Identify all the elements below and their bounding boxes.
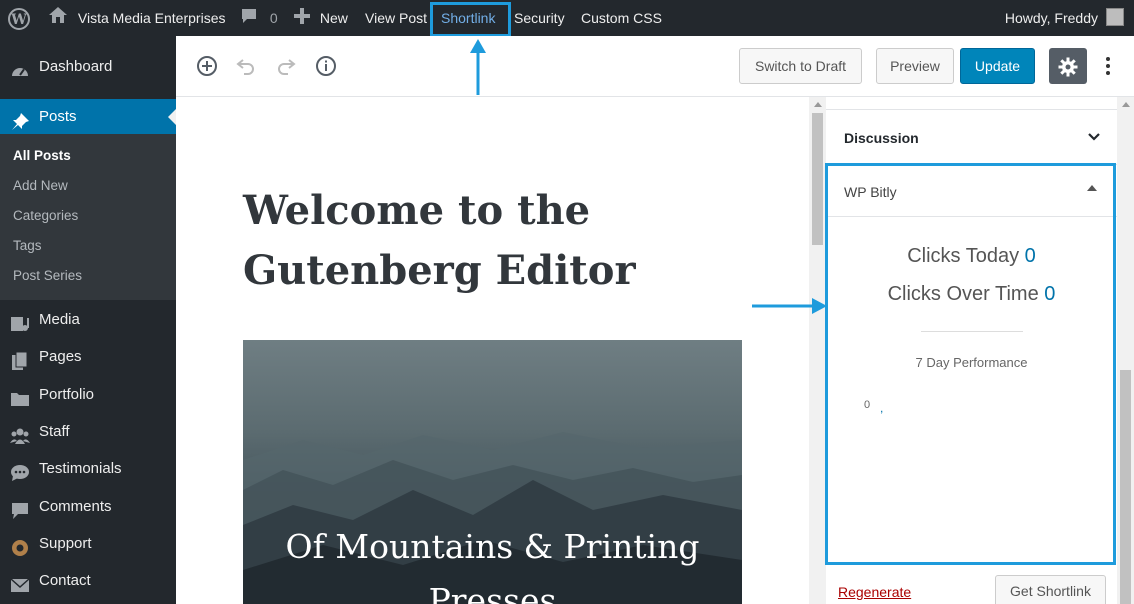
get-shortlink-button[interactable]: Get Shortlink [995,575,1106,604]
redo-icon[interactable] [274,54,298,78]
testimonials-icon [10,460,30,481]
sidebar-item-media[interactable]: Media [0,302,176,338]
sidebar-label: Dashboard [39,58,113,75]
pin-icon [10,108,30,130]
settings-scrollbar[interactable] [1117,97,1134,604]
undo-icon[interactable] [234,54,258,78]
admin-bar: W Vista Media Enterprises 0 New View Pos… [0,0,1134,36]
scroll-up-arrow-icon[interactable] [1122,102,1130,107]
sidebar-label: Testimonials [39,460,122,477]
media-icon [10,311,30,331]
howdy-user[interactable]: Howdy, Freddy [1005,0,1098,36]
new-content-link[interactable]: New [294,0,348,36]
preview-button[interactable]: Preview [876,48,954,84]
info-icon[interactable] [314,54,338,78]
switch-to-draft-button[interactable]: Switch to Draft [739,48,862,84]
avatar[interactable] [1106,8,1124,26]
sidebar-item-pages[interactable]: Pages [0,339,176,375]
sidebar-label: Portfolio [39,386,95,403]
site-name-link[interactable]: Vista Media Enterprises [48,0,225,36]
contact-icon [10,572,30,592]
comment-count: 0 [269,10,278,26]
posts-submenu: All Posts Add New Categories Tags Post S… [0,134,176,300]
wp-bitly-highlight-box [825,163,1116,565]
editor-header: Switch to Draft Preview Update [176,36,1134,97]
wordpress-logo-icon[interactable]: W [8,7,30,30]
submenu-categories[interactable]: Categories [13,208,78,223]
sidebar-label: Comments [39,498,112,515]
sidebar-label: Media [39,311,80,328]
cover-block[interactable]: Of Mountains & Printing Presses [243,340,742,604]
discussion-title: Discussion [844,130,919,146]
submenu-all-posts[interactable]: All Posts [13,148,71,163]
right-arrow-annotation-icon [752,298,827,314]
sidebar-label: Pages [39,348,82,365]
custom-css-link[interactable]: Custom CSS [581,0,662,36]
discussion-panel[interactable]: Discussion [826,109,1117,165]
sidebar-item-staff[interactable]: Staff [0,414,176,450]
svg-text:W: W [10,12,27,28]
sidebar-item-comments[interactable]: Comments [0,489,176,525]
gear-icon [1058,55,1078,89]
sidebar-item-portfolio[interactable]: Portfolio [0,377,176,413]
comments-link[interactable]: 0 [240,0,278,36]
up-arrow-annotation-icon [470,39,486,95]
sidebar-item-support[interactable]: Support [0,526,176,562]
submenu-tags[interactable]: Tags [13,238,42,253]
sidebar-label: Support [39,535,92,552]
comments-icon [10,498,30,519]
post-title[interactable]: Welcome to the Gutenberg Editor [243,181,703,301]
sidebar-label: Contact [39,572,91,589]
settings-gear-button[interactable] [1049,48,1087,84]
staff-icon [10,423,30,444]
chevron-down-icon[interactable] [1087,130,1101,144]
shortlink-footer: Regenerate Get Shortlink [826,563,1117,604]
scrollbar-thumb[interactable] [812,113,823,245]
site-name: Vista Media Enterprises [77,10,226,26]
editor-canvas: Welcome to the Gutenberg Editor Of Mount… [176,97,809,604]
scrollbar-thumb[interactable] [1120,370,1131,604]
regenerate-link[interactable]: Regenerate [838,584,911,600]
support-icon [10,535,30,556]
portfolio-icon [10,386,30,406]
view-post-link[interactable]: View Post [365,0,427,36]
shortlink-highlight-box [430,2,511,37]
sidebar-item-posts[interactable]: Posts [0,99,176,135]
scroll-up-arrow-icon[interactable] [814,102,822,107]
sidebar-label: Posts [39,108,77,125]
submenu-post-series[interactable]: Post Series [13,268,82,283]
security-link[interactable]: Security [514,0,565,36]
more-options-icon[interactable] [1101,48,1115,84]
submenu-add-new[interactable]: Add New [13,178,68,193]
update-button[interactable]: Update [960,48,1035,84]
sidebar-item-contact[interactable]: Contact [0,563,176,599]
add-block-icon[interactable] [195,54,219,78]
admin-sidebar: Dashboard Posts All Posts Add New Catego… [0,36,176,604]
editor-scrollbar[interactable] [809,97,826,604]
home-icon [48,1,68,37]
sidebar-item-dashboard[interactable]: Dashboard [0,49,176,85]
sidebar-label: Staff [39,423,70,440]
pages-icon [10,348,30,370]
cover-text[interactable]: Of Mountains & Printing Presses [243,520,742,604]
new-label: New [319,10,348,26]
dashboard-icon [10,58,30,76]
plus-icon [294,1,310,37]
sidebar-item-testimonials[interactable]: Testimonials [0,451,176,487]
comment-bubble-icon [240,1,258,37]
